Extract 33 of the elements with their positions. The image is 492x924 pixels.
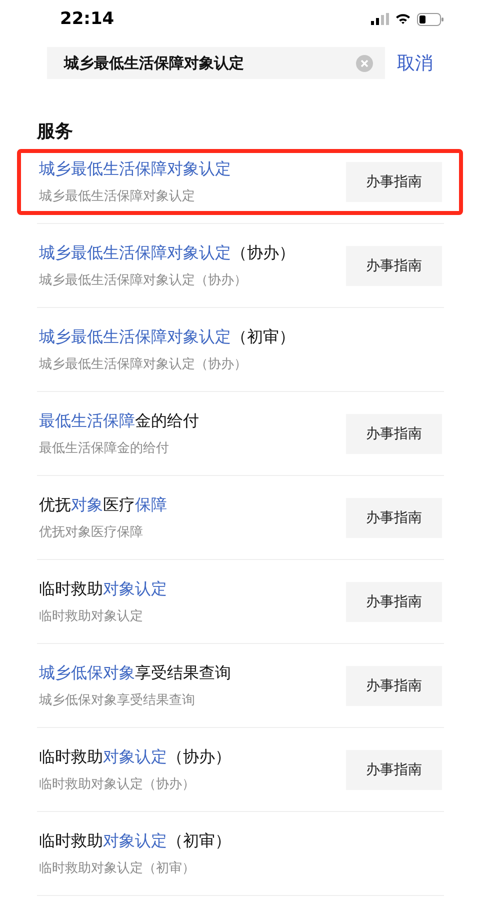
guide-button[interactable]: 办事指南 — [346, 666, 442, 706]
signal-icon — [371, 13, 389, 25]
result-subtitle: 优抚对象医疗保障 — [39, 524, 144, 541]
result-title[interactable]: 临时救助对象认定（初审） — [39, 831, 231, 852]
result-subtitle: 城乡低保对象享受结果查询 — [39, 692, 196, 709]
clear-icon[interactable] — [356, 54, 373, 72]
status-time: 22:14 — [60, 9, 114, 29]
battery-icon — [417, 12, 444, 26]
result-title[interactable]: 城乡最低生活保障对象认定（初审） — [39, 327, 295, 348]
result-subtitle: 城乡最低生活保障对象认定（协办） — [39, 272, 248, 289]
result-title[interactable]: 城乡最低生活保障对象认定（协办） — [39, 243, 295, 264]
result-title[interactable]: 城乡低保对象享受结果查询 — [39, 663, 231, 684]
search-field[interactable]: 城乡最低生活保障对象认定 — [47, 47, 385, 79]
guide-button[interactable]: 办事指南 — [346, 498, 442, 538]
result-subtitle: 临时救助对象认定 — [39, 608, 144, 625]
section-title: 服务 — [37, 121, 73, 142]
result-title[interactable]: 最低生活保障金的给付 — [39, 411, 199, 432]
result-subtitle: 最低生活保障金的给付 — [39, 440, 170, 457]
cancel-button[interactable]: 取消 — [397, 51, 433, 75]
guide-button[interactable]: 办事指南 — [346, 162, 442, 202]
result-subtitle: 城乡最低生活保障对象认定（协办） — [39, 356, 248, 373]
result-title[interactable]: 临时救助对象认定 — [39, 579, 167, 600]
result-title[interactable]: 城乡最低生活保障对象认定 — [39, 159, 231, 180]
result-title[interactable]: 优抚对象医疗保障 — [39, 495, 167, 516]
guide-button[interactable]: 办事指南 — [346, 750, 442, 790]
guide-button[interactable]: 办事指南 — [346, 582, 442, 622]
guide-button[interactable]: 办事指南 — [346, 414, 442, 454]
guide-button[interactable]: 办事指南 — [346, 246, 442, 286]
result-title[interactable]: 临时救助对象认定（协办） — [39, 747, 231, 768]
result-subtitle: 城乡最低生活保障对象认定 — [39, 188, 196, 205]
result-subtitle: 临时救助对象认定（协办） — [39, 776, 196, 793]
wifi-icon — [395, 13, 411, 25]
result-subtitle: 临时救助对象认定（初审） — [39, 860, 196, 877]
